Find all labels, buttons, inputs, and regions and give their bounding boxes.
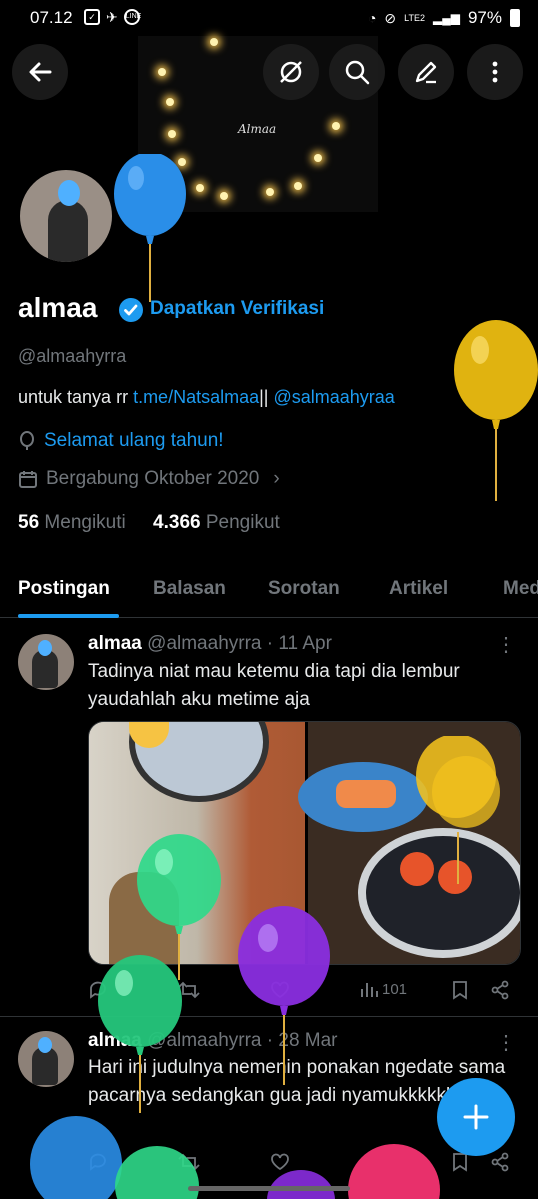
following-link[interactable]: 56 Mengikuti: [18, 512, 126, 533]
gesture-bar[interactable]: [188, 1186, 350, 1191]
back-button[interactable]: [12, 44, 68, 100]
green-balloon-icon: [98, 955, 182, 1113]
post-author-name[interactable]: almaa: [88, 633, 142, 654]
battery-level: 97%: [467, 8, 502, 27]
search-button[interactable]: [329, 44, 385, 100]
arrow-left-icon: [29, 62, 52, 82]
post-more-icon[interactable]: ⋮: [496, 632, 516, 657]
joined-row[interactable]: Bergabung Oktober 2020 ›: [18, 468, 280, 490]
post-avatar[interactable]: [18, 634, 74, 690]
profile-display-name: almaa: [18, 292, 98, 323]
grok-button[interactable]: [263, 44, 319, 100]
status-time: 07.12: [30, 8, 73, 27]
birthday-row[interactable]: Selamat ulang tahun!: [18, 430, 224, 452]
share-button[interactable]: [490, 1152, 510, 1172]
bio-text: untuk tanya rr: [18, 387, 134, 407]
tab-posts[interactable]: Postingan: [18, 578, 110, 600]
following-count: 56: [18, 512, 40, 533]
follow-stats: 56 Mengikuti 4.366 Pengikut: [18, 512, 280, 534]
bio-separator: ||: [259, 387, 274, 407]
grok-icon: [280, 61, 302, 83]
more-options-button[interactable]: [467, 44, 523, 100]
active-tab-indicator: [18, 614, 119, 618]
purple-balloon-icon: [267, 1170, 335, 1199]
chevron-right-icon: ›: [273, 468, 280, 489]
compose-post-button[interactable]: [437, 1078, 515, 1156]
profile-avatar[interactable]: [16, 166, 116, 266]
post-text: Tadinya niat mau ketemu dia tapi dia lem…: [88, 661, 460, 710]
check-notification-icon: ✓: [84, 9, 100, 25]
blue-balloon-icon: [114, 154, 186, 302]
yellow-balloon-icon: [416, 736, 500, 884]
search-icon: [345, 60, 370, 85]
bookmark-icon: [453, 981, 467, 1000]
post-author-handle: @almaahyrra: [147, 633, 262, 654]
share-button[interactable]: [490, 980, 510, 1000]
profile-handle: @almaahyrra: [18, 346, 127, 366]
network-label: LTE2: [404, 13, 425, 23]
joined-text: Bergabung Oktober 2020: [46, 468, 260, 489]
status-bar: 07.12 ✓ ✈ LINE ◔ ⊘ LTE2 ▂▄▆ 97%: [0, 0, 538, 36]
tab-highlights[interactable]: Sorotan: [268, 578, 340, 600]
yellow-balloon-icon: [454, 320, 538, 501]
tab-articles[interactable]: Artikel: [389, 578, 448, 600]
post-date: 11 Apr: [278, 633, 332, 654]
edit-button[interactable]: [398, 44, 454, 100]
views-button[interactable]: 101: [360, 980, 407, 998]
bird-notification-icon: ✈: [106, 9, 118, 25]
calendar-icon: [19, 471, 37, 488]
tab-replies[interactable]: Balasan: [153, 578, 226, 600]
post-more-icon[interactable]: ⋮: [496, 1030, 516, 1055]
profile-bio: untuk tanya rr t.me/Natsalmaa|| @salmaah…: [18, 387, 395, 408]
bio-mention[interactable]: @salmaahyraa: [273, 387, 394, 407]
share-icon: [491, 1152, 509, 1172]
green-balloon-icon: [115, 1146, 199, 1199]
purple-balloon-icon: [238, 906, 330, 1085]
followers-link[interactable]: 4.366 Pengikut: [153, 512, 280, 533]
bio-link[interactable]: t.me/Natsalmaa: [133, 387, 259, 407]
bookmark-icon: [453, 1153, 467, 1172]
views-count: 101: [382, 980, 408, 998]
bookmark-button[interactable]: [452, 980, 468, 1000]
banner-text: Almaa: [238, 122, 277, 136]
dnd-icon: ⊘: [384, 9, 397, 26]
birthday-text: Selamat ulang tahun!: [44, 430, 224, 451]
balloon-icon: [20, 431, 34, 450]
signal-icon: ▂▄▆: [433, 11, 460, 25]
followers-count: 4.366: [153, 512, 201, 533]
post-header: almaa @almaahyrra · 11 Apr: [88, 633, 332, 654]
pencil-icon: [415, 61, 437, 84]
battery-icon: [510, 9, 520, 27]
bookmark-button[interactable]: [452, 1152, 468, 1172]
pink-balloon-icon: [348, 1144, 440, 1199]
analytics-icon: [361, 983, 378, 997]
profile-tabs: Postingan Balasan Sorotan Artikel Media: [0, 570, 538, 618]
following-label: Mengikuti: [44, 512, 126, 533]
share-icon: [491, 980, 509, 1000]
tab-media[interactable]: Media: [503, 578, 538, 600]
post-avatar[interactable]: [18, 1031, 74, 1087]
more-vertical-icon: [492, 61, 498, 83]
followers-label: Pengikut: [205, 512, 280, 533]
plus-icon: [463, 1104, 489, 1130]
wifi-icon: ◔: [367, 10, 377, 26]
line-notification-icon: LINE: [123, 9, 141, 25]
